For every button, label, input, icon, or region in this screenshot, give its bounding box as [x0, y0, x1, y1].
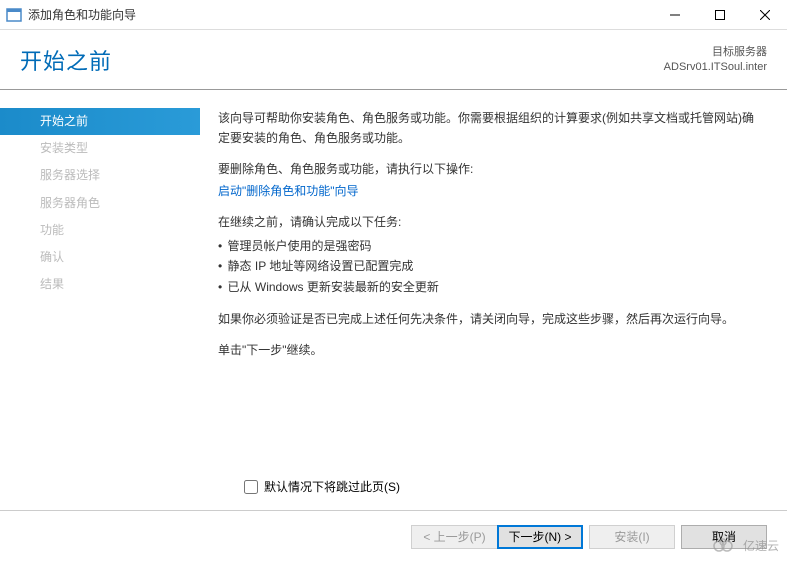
page-title: 开始之前	[20, 44, 112, 76]
list-item: 静态 IP 地址等网络设置已配置完成	[218, 256, 757, 276]
target-server-info: 目标服务器 ADSrv01.ITSoul.inter	[664, 45, 767, 74]
verify-prefix: 在继续之前，请确认完成以下任务:	[218, 212, 757, 232]
step-features: 功能	[0, 217, 200, 244]
skip-page-checkbox[interactable]	[244, 480, 258, 494]
header: 开始之前 目标服务器 ADSrv01.ITSoul.inter	[0, 30, 787, 90]
step-results: 结果	[0, 271, 200, 298]
remove-prefix: 要删除角色、角色服务或功能，请执行以下操作:	[218, 159, 757, 179]
step-server-selection: 服务器选择	[0, 162, 200, 189]
close-button[interactable]	[742, 0, 787, 29]
step-before-you-begin[interactable]: 开始之前	[0, 108, 200, 135]
next-button[interactable]: 下一步(N) >	[497, 525, 583, 549]
cancel-button[interactable]: 取消	[681, 525, 767, 549]
prerequisite-list: 管理员帐户使用的是强密码 静态 IP 地址等网络设置已配置完成 已从 Windo…	[218, 236, 757, 297]
step-server-roles: 服务器角色	[0, 190, 200, 217]
previous-button: < 上一步(P)	[411, 525, 497, 549]
skip-page-label: 默认情况下将跳过此页(S)	[264, 478, 400, 495]
remove-roles-link[interactable]: 启动"删除角色和功能"向导	[218, 184, 359, 198]
target-server: ADSrv01.ITSoul.inter	[664, 60, 767, 74]
step-installation-type: 安装类型	[0, 135, 200, 162]
skip-page-option[interactable]: 默认情况下将跳过此页(S)	[244, 478, 400, 495]
step-confirmation: 确认	[0, 244, 200, 271]
titlebar: 添加角色和功能向导	[0, 0, 787, 30]
close-note: 如果你必须验证是否已完成上述任何先决条件，请关闭向导，完成这些步骤，然后再次运行…	[218, 309, 757, 329]
window-title: 添加角色和功能向导	[28, 6, 652, 23]
window-controls	[652, 0, 787, 29]
wizard-footer: < 上一步(P) 下一步(N) > 安装(I) 取消	[0, 510, 787, 562]
app-icon	[6, 7, 22, 23]
intro-text: 该向导可帮助你安装角色、角色服务或功能。你需要根据组织的计算要求(例如共享文档或…	[218, 108, 757, 149]
target-label: 目标服务器	[664, 45, 767, 59]
list-item: 已从 Windows 更新安装最新的安全更新	[218, 277, 757, 297]
minimize-button[interactable]	[652, 0, 697, 29]
content-area: 该向导可帮助你安装角色、角色服务或功能。你需要根据组织的计算要求(例如共享文档或…	[200, 90, 787, 505]
maximize-button[interactable]	[697, 0, 742, 29]
continue-note: 单击"下一步"继续。	[218, 340, 757, 360]
list-item: 管理员帐户使用的是强密码	[218, 236, 757, 256]
wizard-steps-sidebar: 开始之前 安装类型 服务器选择 服务器角色 功能 确认 结果	[0, 90, 200, 505]
install-button: 安装(I)	[589, 525, 675, 549]
